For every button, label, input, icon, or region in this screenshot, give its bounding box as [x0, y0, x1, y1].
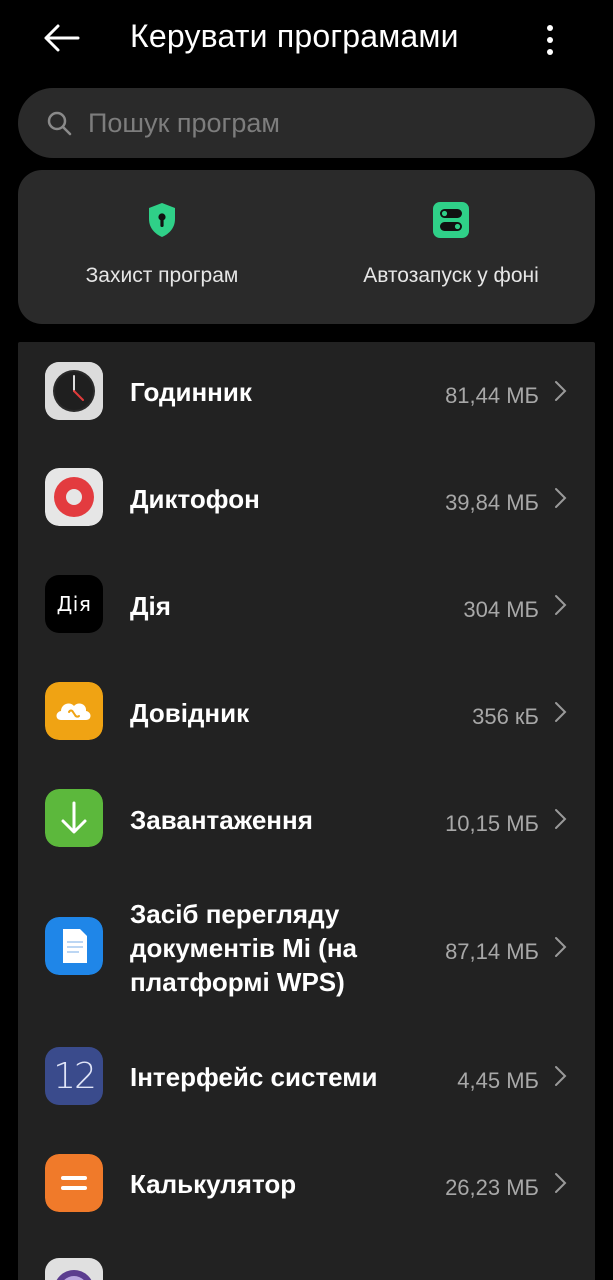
app-row-partial[interactable]	[18, 1252, 595, 1280]
background-autostart-label: Автозапуск у фоні	[363, 264, 539, 287]
search-input[interactable]	[86, 102, 570, 144]
search-bar[interactable]	[18, 88, 595, 158]
downloads-app-icon	[45, 789, 103, 847]
chevron-right-icon	[555, 1066, 567, 1086]
quick-actions-card: Захист програм Автозапуск у фоні	[18, 170, 595, 324]
app-size: 87,14 МБ	[445, 939, 539, 964]
clock-app-icon	[45, 362, 103, 420]
search-icon	[47, 111, 72, 136]
app-name: Дія	[130, 591, 171, 621]
app-row-system-ui[interactable]: 12 Інтерфейс системи 4,45 МБ	[18, 1038, 595, 1145]
app-size: 39,84 МБ	[445, 490, 539, 515]
toggle-switches-icon	[433, 202, 469, 238]
mi-docs-app-icon	[45, 917, 103, 975]
app-name: Засіб перегляду документів Mi (на платфо…	[130, 897, 430, 999]
app-protection-button[interactable]: Захист програм	[18, 170, 306, 324]
app-name: Довідник	[130, 698, 250, 728]
diia-app-icon: Дія	[45, 575, 103, 633]
app-list: Годинник 81,44 МБ Диктофон 39,84 МБ Дія …	[18, 342, 595, 1280]
app-size: 10,15 МБ	[445, 811, 539, 836]
back-button[interactable]	[38, 18, 86, 58]
shield-lock-icon	[149, 203, 175, 237]
app-row-diia[interactable]: Дія Дія 304 МБ	[18, 556, 595, 663]
app-name: Годинник	[130, 377, 252, 407]
app-name-line: Засіб перегляду	[130, 899, 340, 929]
chevron-right-icon	[555, 595, 567, 615]
app-name: Інтерфейс системи	[130, 1062, 378, 1092]
app-size: 304 МБ	[463, 597, 539, 622]
chevron-right-icon	[555, 488, 567, 508]
app-size: 356 кБ	[472, 704, 539, 729]
app-name-line: платформі WPS)	[130, 967, 345, 997]
app-name-line: документів Mi (на	[130, 933, 358, 963]
chevron-right-icon	[555, 702, 567, 722]
chevron-right-icon	[555, 809, 567, 829]
recorder-app-icon	[45, 468, 103, 526]
app-name: Калькулятор	[130, 1169, 297, 1199]
app-row-calculator[interactable]: Калькулятор 26,23 МБ	[18, 1145, 595, 1252]
app-row-mi-docs[interactable]: Засіб перегляду документів Mi (на платфо…	[18, 877, 595, 1055]
app-row-recorder[interactable]: Диктофон 39,84 МБ	[18, 449, 595, 556]
diia-logo-text: Дія	[56, 592, 92, 616]
chevron-right-icon	[555, 1173, 567, 1193]
arrow-left-icon	[44, 24, 80, 52]
app-size: 81,44 МБ	[445, 383, 539, 408]
app-protection-label: Захист програм	[85, 264, 239, 287]
app-row-downloads[interactable]: Завантаження 10,15 МБ	[18, 770, 595, 877]
system-ui-app-icon: 12	[45, 1047, 103, 1105]
page-title: Керувати програмами	[130, 18, 459, 54]
app-row-directory[interactable]: Довідник 356 кБ	[18, 663, 595, 770]
chevron-right-icon	[555, 937, 567, 957]
app-size: 26,23 МБ	[445, 1175, 539, 1200]
directory-app-icon	[45, 682, 103, 740]
app-size: 4,45 МБ	[457, 1068, 539, 1093]
calculator-app-icon	[45, 1154, 103, 1212]
app-name: Диктофон	[130, 484, 260, 514]
more-options-button[interactable]	[536, 20, 564, 60]
background-autostart-button[interactable]: Автозапуск у фоні	[307, 170, 595, 324]
top-app-bar: Керувати програмами	[0, 0, 613, 80]
app-name: Завантаження	[130, 805, 313, 835]
system-ui-logo-text: 12	[53, 1055, 97, 1097]
partial-app-icon	[45, 1258, 103, 1280]
more-vertical-icon	[547, 25, 553, 55]
app-row-clock[interactable]: Годинник 81,44 МБ	[18, 342, 595, 449]
chevron-right-icon	[555, 381, 567, 401]
